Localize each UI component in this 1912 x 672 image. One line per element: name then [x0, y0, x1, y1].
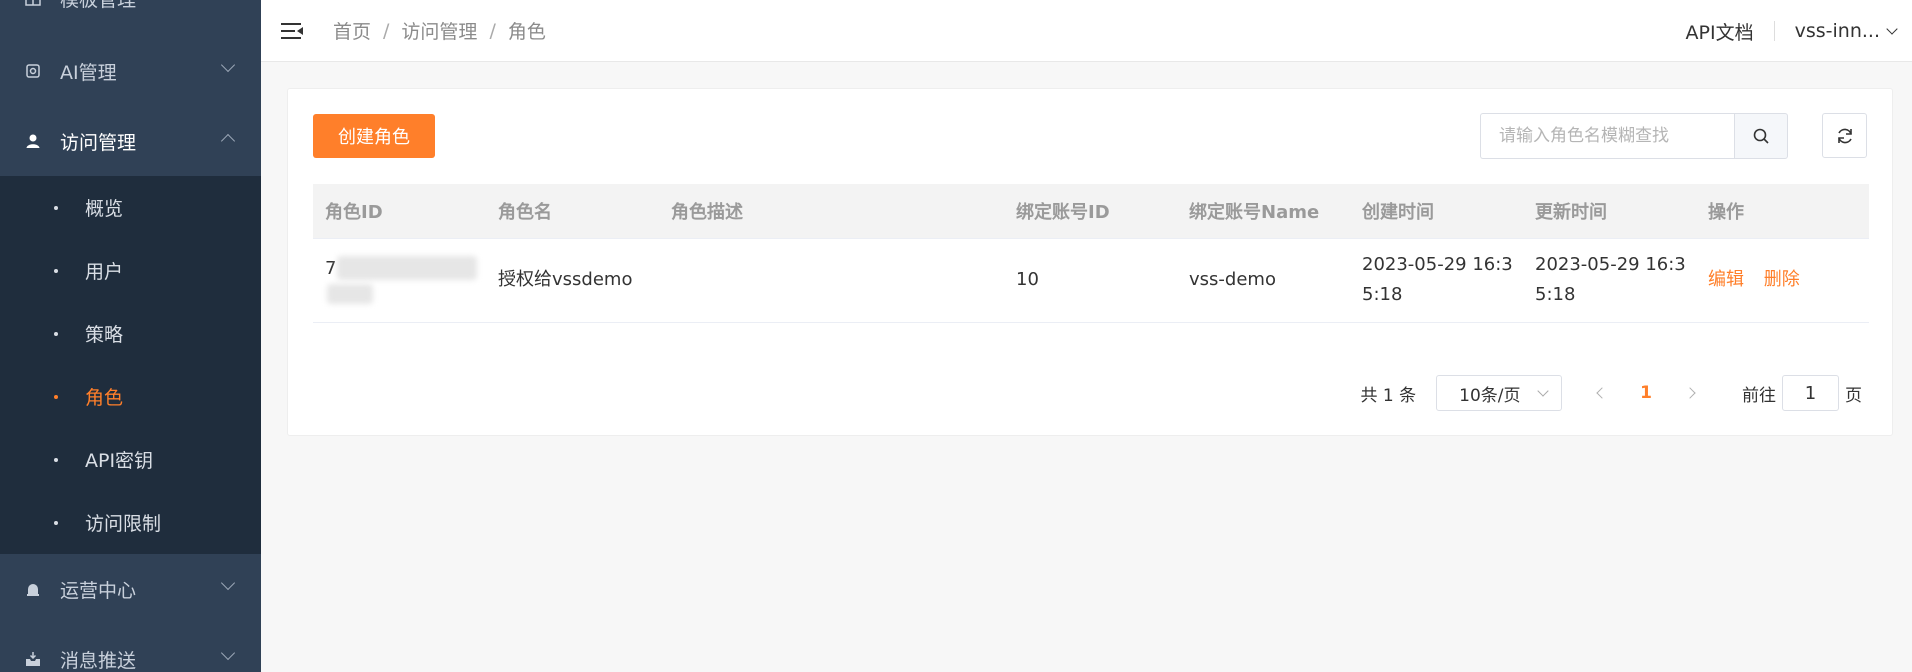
edit-button[interactable]: 编辑 — [1708, 269, 1744, 290]
breadcrumb-separator: / — [489, 19, 496, 42]
column-header: 绑定账号Name — [1177, 184, 1350, 239]
cell-actions: 编辑 删除 — [1696, 238, 1869, 323]
column-header: 角色描述 — [659, 184, 1004, 239]
prev-page-icon[interactable] — [1596, 387, 1608, 399]
sidebar-item-label: API密钥 — [85, 450, 154, 472]
header-actions: API文档 vss-inn... — [1686, 0, 1898, 62]
total-count: 共 1 条 — [1360, 385, 1417, 406]
column-header: 角色名 — [486, 184, 659, 239]
page-size-select[interactable]: 10条/页 — [1436, 375, 1563, 411]
sidebar-item-operations[interactable]: 运营中心 — [0, 554, 261, 624]
cell-role-name: 授权给vssdemo — [486, 238, 659, 323]
sidebar-item-label: 策略 — [85, 324, 124, 346]
sidebar: 模板管理 AI管理 访问管理 概览 用户 策略 角色 API密钥 访问限制 运营… — [0, 0, 261, 672]
sidebar-item-policies[interactable]: 策略 — [0, 302, 261, 365]
sidebar-item-label: AI管理 — [60, 61, 117, 84]
sidebar-item-label: 消息推送 — [60, 649, 137, 672]
sidebar-item-label: 访问限制 — [85, 513, 162, 535]
cell-created-time: 2023-05-29 16:3 5:18 — [1350, 238, 1523, 323]
sidebar-item-label: 角色 — [85, 387, 124, 409]
goto-suffix: 页 — [1845, 385, 1862, 406]
search-input[interactable] — [1480, 113, 1734, 159]
column-header: 角色ID — [313, 184, 486, 239]
user-icon — [26, 134, 40, 148]
sidebar-item-label: 访问管理 — [60, 131, 137, 154]
bullet-icon — [54, 268, 58, 273]
access-submenu: 概览 用户 策略 角色 API密钥 访问限制 — [0, 176, 261, 554]
cell-updated-time: 2023-05-29 16:3 5:18 — [1523, 238, 1696, 323]
goto-label: 前往 — [1742, 385, 1776, 406]
bullet-icon — [54, 394, 58, 399]
redacted-role-id: 7 — [325, 250, 477, 304]
bullet-icon — [54, 205, 58, 210]
api-docs-link[interactable]: API文档 — [1686, 18, 1754, 45]
role-id-visible-char: 7 — [325, 258, 337, 279]
bullet-icon — [54, 457, 58, 462]
sidebar-item-label: 概览 — [85, 198, 124, 220]
menu-toggle-icon[interactable] — [281, 22, 303, 40]
table-header-row: 角色ID 角色名 角色描述 绑定账号ID 绑定账号Name 创建时间 更新时间 … — [313, 184, 1869, 239]
cell-role-desc — [659, 238, 1004, 323]
cell-account-id: 10 — [1004, 238, 1177, 323]
delete-button[interactable]: 删除 — [1764, 269, 1800, 290]
page-size-value: 10条/页 — [1459, 385, 1521, 406]
created-time-line2: 5:18 — [1362, 284, 1403, 305]
sidebar-item-template-management[interactable]: 模板管理 — [0, 0, 261, 18]
search-button[interactable] — [1734, 113, 1788, 159]
grid-icon — [25, 0, 41, 6]
refresh-icon — [1837, 128, 1852, 143]
search-group — [1480, 113, 1788, 159]
chevron-up-icon — [220, 133, 236, 149]
created-time-line1: 2023-05-29 16:3 — [1362, 254, 1513, 275]
goto-page-input[interactable] — [1782, 375, 1839, 411]
pagination: 共 1 条 10条/页 1 前往 页 — [1361, 375, 1862, 411]
divider — [1773, 21, 1775, 41]
bullet-icon — [54, 331, 58, 336]
sidebar-item-label: 用户 — [85, 261, 124, 283]
refresh-button[interactable] — [1822, 113, 1867, 158]
breadcrumb-separator: / — [383, 19, 390, 42]
sidebar-item-access-limits[interactable]: 访问限制 — [0, 491, 261, 554]
breadcrumb-access[interactable]: 访问管理 — [401, 17, 477, 44]
ai-icon — [26, 64, 40, 78]
sidebar-item-ai[interactable]: AI管理 — [0, 36, 261, 106]
sidebar-item-label: 运营中心 — [60, 579, 137, 602]
breadcrumb-current: 角色 — [507, 21, 546, 43]
cell-account-name: vss-demo — [1177, 238, 1350, 323]
sidebar-item-label: 模板管理 — [60, 0, 136, 12]
search-icon — [1753, 128, 1769, 144]
column-header: 更新时间 — [1523, 184, 1696, 239]
sidebar-item-users[interactable]: 用户 — [0, 239, 261, 302]
user-menu[interactable]: vss-inn... — [1795, 20, 1880, 42]
chevron-down-icon — [220, 57, 236, 73]
sidebar-item-api-keys[interactable]: API密钥 — [0, 428, 261, 491]
chevron-down-icon[interactable] — [1886, 22, 1898, 35]
table-row: 7 授权给vssdemo 10 vss-demo 2023-05-29 16:3… — [313, 238, 1869, 323]
page-number-current[interactable]: 1 — [1640, 383, 1652, 403]
column-header: 操作 — [1696, 184, 1869, 239]
updated-time-line2: 5:18 — [1535, 284, 1576, 305]
roles-table: 角色ID 角色名 角色描述 绑定账号ID 绑定账号Name 创建时间 更新时间 … — [313, 184, 1869, 323]
chevron-down-icon — [220, 575, 236, 591]
breadcrumb: 首页 / 访问管理 / 角色 — [333, 17, 546, 44]
column-header: 创建时间 — [1350, 184, 1523, 239]
sidebar-item-roles[interactable]: 角色 — [0, 365, 261, 428]
roles-card: 创建角色 角色ID 角色名 角色描述 绑定账号ID 绑定账号Name 创建时间 … — [287, 88, 1893, 436]
column-header: 绑定账号ID — [1004, 184, 1177, 239]
cell-role-id: 7 — [313, 238, 486, 323]
bullet-icon — [54, 520, 58, 525]
breadcrumb-home[interactable]: 首页 — [333, 17, 371, 44]
chevron-down-icon — [220, 645, 236, 661]
bell-icon — [27, 584, 39, 596]
top-header: 首页 / 访问管理 / 角色 API文档 vss-inn... — [261, 0, 1912, 62]
sidebar-item-push[interactable]: 消息推送 — [0, 624, 261, 672]
next-page-icon[interactable] — [1684, 387, 1696, 399]
sidebar-item-access[interactable]: 访问管理 — [0, 106, 261, 176]
inbox-icon — [26, 652, 40, 666]
create-role-button[interactable]: 创建角色 — [313, 114, 435, 158]
sidebar-item-overview[interactable]: 概览 — [0, 176, 261, 239]
updated-time-line1: 2023-05-29 16:3 — [1535, 254, 1686, 275]
chevron-down-icon — [1537, 385, 1549, 397]
